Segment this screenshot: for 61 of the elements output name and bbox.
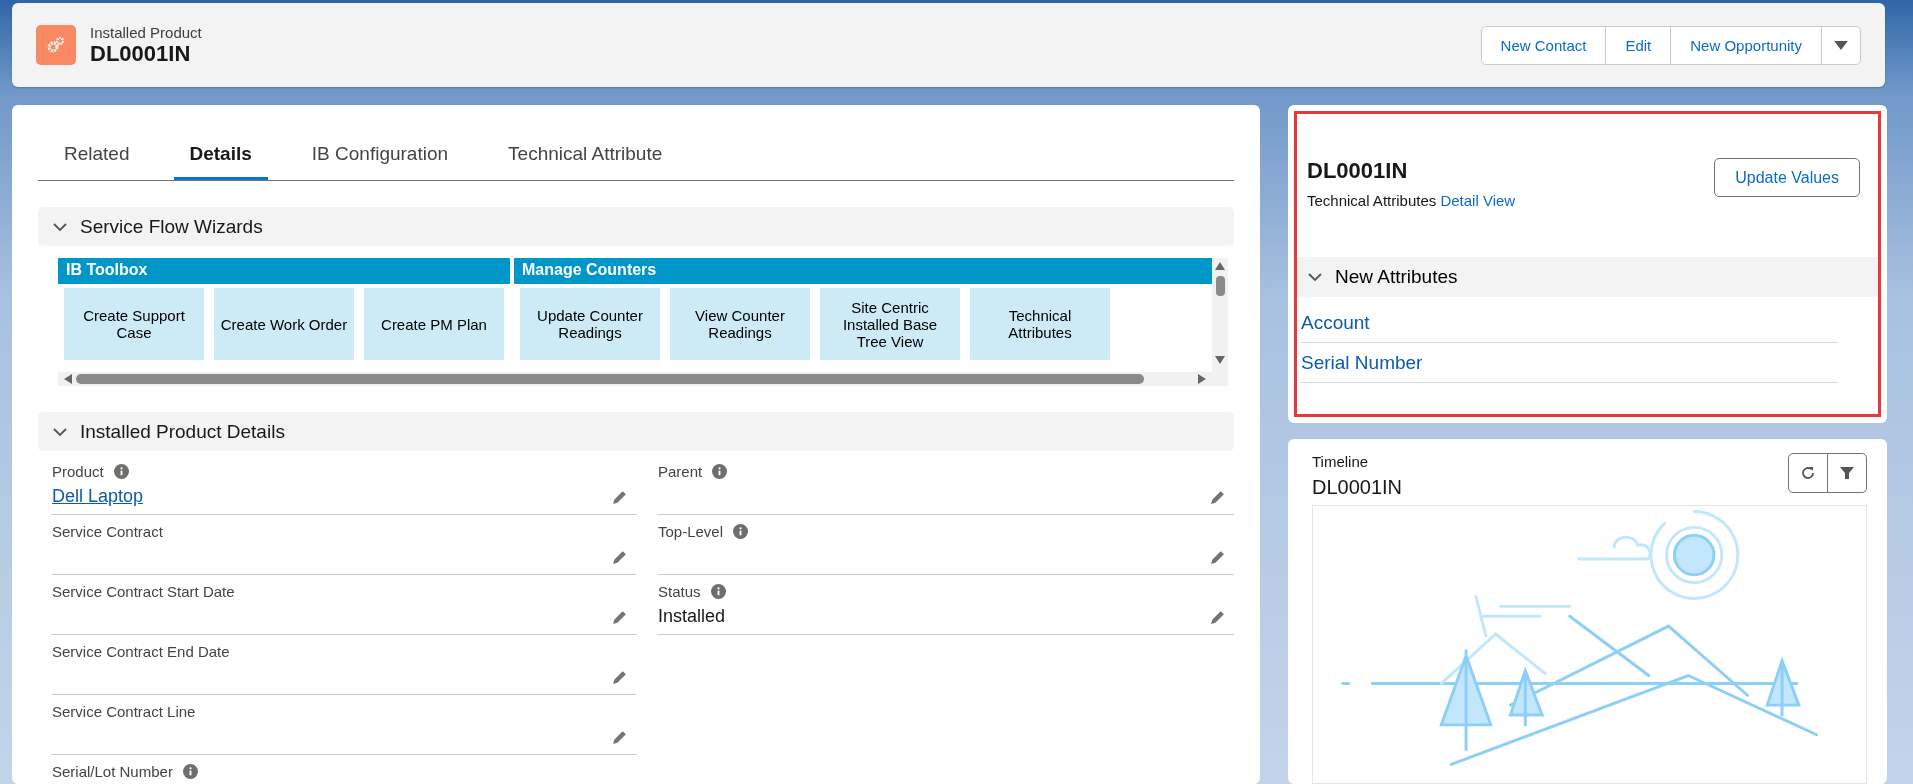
wizard-button[interactable]: Create PM Plan <box>364 288 504 360</box>
caret-icon <box>1834 40 1848 50</box>
wizard-button[interactable]: Create Support Case <box>64 288 204 360</box>
update-values-button[interactable]: Update Values <box>1714 158 1860 197</box>
action-button[interactable]: New Opportunity <box>1670 25 1822 65</box>
pencil-icon[interactable] <box>1209 549 1226 566</box>
pencil-icon[interactable] <box>1209 489 1226 506</box>
attribute-link[interactable]: Account <box>1301 303 1838 343</box>
scroll-down-icon[interactable] <box>1215 356 1225 364</box>
tab[interactable]: Details <box>173 123 268 180</box>
field-label: Service Contract End Date <box>52 643 230 660</box>
wizard-button[interactable]: Technical Attributes <box>970 288 1110 360</box>
object-type: Installed Product <box>90 23 203 41</box>
scroll-right-icon[interactable] <box>1198 374 1206 384</box>
filter-icon <box>1839 465 1855 481</box>
tab[interactable]: IB Configuration <box>311 123 449 180</box>
scroll-up-icon[interactable] <box>1215 262 1225 270</box>
wizard-group-title: IB Toolbox <box>58 258 510 284</box>
pencil-icon[interactable] <box>611 669 628 686</box>
refresh-button[interactable] <box>1788 453 1828 493</box>
field-label: Service Contract Start Date <box>52 583 235 600</box>
wizard-button[interactable]: Create Work Order <box>214 288 354 360</box>
timeline-title: DL0001IN <box>1312 476 1403 499</box>
field-label: Service Contract <box>52 523 163 540</box>
scroll-left-icon[interactable] <box>64 374 72 384</box>
action-button[interactable]: Edit <box>1605 25 1672 65</box>
pencil-icon[interactable] <box>611 549 628 566</box>
record-title: DL0001IN <box>90 40 192 67</box>
wizard-button[interactable]: View Counter Readings <box>670 288 810 360</box>
attributes-subtitle: Technical Attributes Detail View <box>1307 192 1516 209</box>
tab[interactable]: Related <box>64 123 130 180</box>
field-label: Serial/Lot Number <box>52 763 173 780</box>
attributes-title: DL0001IN <box>1307 158 1409 184</box>
field-label: Parent <box>658 463 703 480</box>
pencil-icon[interactable] <box>611 609 628 626</box>
field-link[interactable]: Dell Laptop <box>52 486 144 507</box>
field-label: Product <box>52 463 104 480</box>
field-label: Service Contract Line <box>52 703 196 720</box>
section-header[interactable]: Installed Product Details <box>38 412 1234 451</box>
detail-view-link[interactable]: Detail View <box>1440 192 1516 209</box>
tab[interactable]: Technical Attribute <box>508 123 663 180</box>
timeline-label: Timeline <box>1312 453 1370 470</box>
attribute-link[interactable]: Serial Number <box>1301 343 1838 383</box>
scrollbar-thumb[interactable] <box>76 374 1144 384</box>
pencil-icon[interactable] <box>611 489 628 506</box>
filter-button[interactable] <box>1827 453 1867 493</box>
scrollbar-thumb[interactable] <box>1215 276 1225 296</box>
dropdown-button[interactable] <box>1821 25 1861 65</box>
field-label: Top-Level <box>658 523 724 540</box>
pencil-icon[interactable] <box>1209 609 1226 626</box>
action-button[interactable]: New Contact <box>1480 25 1607 65</box>
pencil-icon[interactable] <box>611 729 628 746</box>
section-header[interactable]: Service Flow Wizards <box>38 207 1234 246</box>
field-value: Installed <box>658 606 726 627</box>
section-header[interactable]: New Attributes <box>1297 257 1878 297</box>
wizard-button[interactable]: Update Counter Readings <box>520 288 660 360</box>
wizard-button[interactable]: Site Centric Installed Base Tree View <box>820 288 960 360</box>
field-label: Status <box>658 583 701 600</box>
refresh-icon <box>1800 465 1816 481</box>
gears-icon <box>36 25 76 65</box>
wizard-group-title: Manage Counters <box>514 258 1212 284</box>
